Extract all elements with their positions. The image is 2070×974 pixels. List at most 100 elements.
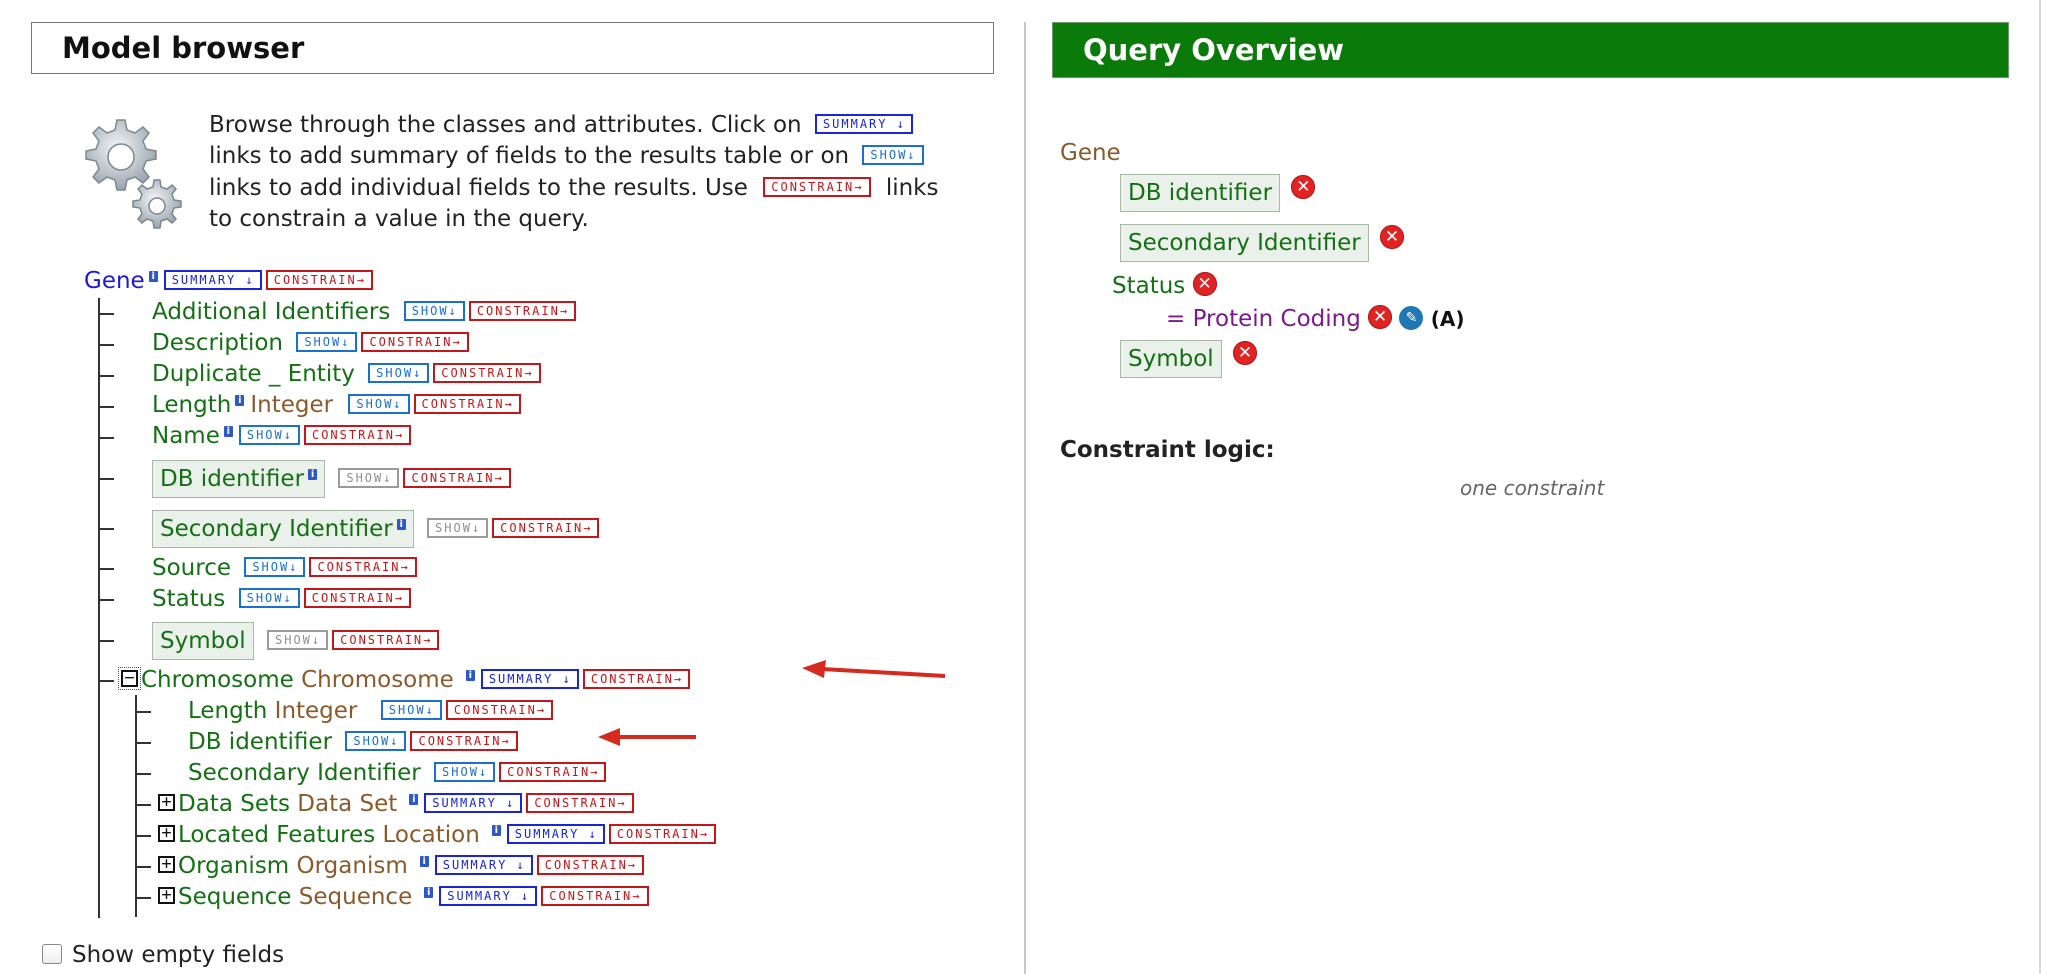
edit-constraint-icon[interactable]: ✎ — [1399, 306, 1424, 330]
show-button[interactable]: SHOW↓ — [238, 587, 300, 608]
ref-name: Chromosome — [141, 667, 294, 693]
qo-view-label: DB identifier — [1120, 174, 1281, 212]
constrain-button[interactable]: CONSTRAIN→ — [499, 761, 607, 782]
tree-connector — [98, 437, 114, 439]
right-edge-divider — [2039, 0, 2041, 974]
field-name: Description — [152, 330, 283, 356]
expand-toggle[interactable]: + — [158, 825, 175, 842]
show-empty-fields-checkbox[interactable] — [42, 943, 62, 964]
constrain-button[interactable]: CONSTRAIN→ — [413, 393, 521, 414]
constrain-button[interactable]: CONSTRAIN→ — [492, 517, 600, 538]
constrain-button[interactable]: CONSTRAIN→ — [303, 587, 411, 608]
info-icon[interactable]: i — [235, 395, 245, 407]
constrain-button[interactable]: CONSTRAIN→ — [536, 854, 645, 875]
constrain-button[interactable]: CONSTRAIN→ — [468, 300, 577, 321]
collapse-toggle[interactable]: − — [118, 667, 141, 690]
tree-ref-organism: + Organism Organism i SUMMARY ↓ CONSTRAIN→ — [158, 851, 645, 881]
intro-text-3a: links to add individual fields to the re… — [209, 175, 748, 201]
tree-connector — [135, 711, 151, 713]
remove-view-icon[interactable]: ✕ — [1291, 175, 1316, 199]
show-button[interactable]: SHOW↓ — [403, 300, 465, 321]
show-button[interactable]: SHOW↓ — [238, 424, 300, 445]
info-icon[interactable]: i — [308, 469, 318, 481]
annotation-arrow-icon — [598, 728, 696, 746]
constrain-button[interactable]: CONSTRAIN→ — [403, 467, 511, 488]
qo-view-db-identifier: DB identifier ✕ — [1120, 174, 1316, 212]
field-name: Length — [152, 392, 232, 418]
qo-root-class: Gene — [1060, 140, 1121, 166]
info-icon[interactable]: i — [491, 825, 501, 837]
tree-ref-chromosome: − Chromosome Chromosome i SUMMARY ↓ CONSTRAI… — [118, 665, 691, 695]
constrain-button[interactable]: CONSTRAIN→ — [608, 823, 717, 844]
show-button[interactable]: SHOW↓ — [348, 393, 410, 414]
field-name-selected: DB identifier i — [152, 460, 326, 498]
tree-connector — [98, 680, 114, 682]
summary-button[interactable]: SUMMARY ↓ — [434, 854, 533, 875]
field-name-selected: Secondary Identifier i — [152, 510, 414, 548]
remove-constraint-icon[interactable]: ✕ — [1368, 305, 1393, 329]
constrain-button[interactable]: CONSTRAIN→ — [309, 556, 417, 577]
class-name-gene[interactable]: Gene — [84, 268, 145, 294]
tree-field-name: Name i SHOW↓ CONSTRAIN→ — [152, 421, 412, 451]
expand-toggle[interactable]: + — [158, 856, 175, 873]
tree-connector — [135, 897, 151, 899]
constrain-button[interactable]: CONSTRAIN→ — [303, 424, 412, 445]
summary-button[interactable]: SUMMARY ↓ — [439, 885, 538, 906]
intro-text-3b: links — [885, 175, 939, 201]
info-icon[interactable]: i — [148, 271, 158, 283]
constrain-button[interactable]: CONSTRAIN→ — [332, 629, 440, 650]
intro-text-2: links to add summary of fields to the re… — [209, 143, 850, 169]
info-icon[interactable]: i — [223, 426, 233, 438]
constrain-button[interactable]: CONSTRAIN→ — [361, 331, 469, 352]
summary-button[interactable]: SUMMARY ↓ — [506, 823, 605, 844]
show-button[interactable]: SHOW↓ — [244, 556, 306, 577]
constrain-button[interactable]: CONSTRAIN→ — [445, 699, 554, 720]
info-icon[interactable]: i — [419, 856, 429, 868]
tree-field-source: Source SHOW↓ CONSTRAIN→ — [152, 553, 417, 583]
info-icon[interactable]: i — [396, 519, 406, 531]
tree-field-length: Length i Integer SHOW↓ CONSTRAIN→ — [152, 390, 521, 420]
field-name: Name — [152, 423, 220, 449]
expand-toggle[interactable]: + — [158, 887, 175, 904]
show-button-disabled: SHOW↓ — [427, 517, 489, 538]
constrain-button[interactable]: CONSTRAIN→ — [410, 730, 518, 751]
show-button[interactable]: SHOW↓ — [434, 761, 496, 782]
remove-view-icon[interactable]: ✕ — [1380, 225, 1405, 249]
tree-connector — [135, 866, 151, 868]
ref-name: Organism — [178, 853, 290, 879]
summary-button[interactable]: SUMMARY ↓ — [480, 668, 579, 689]
show-button[interactable]: SHOW↓ — [380, 699, 442, 720]
constraint-logic-label: Constraint logic: — [1060, 437, 1275, 463]
show-empty-fields[interactable]: Show empty fields — [42, 942, 284, 968]
tree-field-chromosome-length: Length Integer SHOW↓ CONSTRAIN→ — [188, 696, 554, 726]
model-browser-title: Model browser — [62, 31, 305, 65]
intro-text-4: to constrain a value in the query. — [209, 206, 589, 232]
show-button[interactable]: SHOW↓ — [296, 331, 358, 352]
constrain-button[interactable]: CONSTRAIN→ — [433, 362, 541, 383]
summary-button[interactable]: SUMMARY ↓ — [424, 792, 523, 813]
qo-constraint-code: (A) — [1430, 307, 1465, 331]
info-icon[interactable]: i — [409, 794, 419, 806]
constrain-button[interactable]: CONSTRAIN→ — [541, 885, 649, 906]
show-button[interactable]: SHOW↓ — [345, 730, 407, 751]
constrain-button[interactable]: CONSTRAIN→ — [582, 668, 691, 689]
info-icon[interactable]: i — [465, 670, 475, 682]
show-button[interactable]: SHOW↓ — [368, 362, 430, 383]
tree-connector — [98, 313, 114, 315]
qo-constraint-value: Protein Coding — [1192, 306, 1361, 332]
remove-field-icon[interactable]: ✕ — [1192, 272, 1217, 296]
constrain-button[interactable]: CONSTRAIN→ — [265, 269, 373, 290]
tree-connector — [98, 406, 114, 408]
tree-trunk-line — [98, 298, 100, 918]
constrain-button[interactable]: CONSTRAIN→ — [526, 792, 634, 813]
tree-connector — [135, 804, 151, 806]
tree-field-status: Status SHOW↓ CONSTRAIN→ — [152, 584, 411, 614]
qo-constraint: = Protein Coding ✕ ✎ (A) — [1166, 305, 1465, 334]
tree-connector — [98, 375, 114, 377]
info-icon[interactable]: i — [424, 887, 434, 899]
tree-connector — [98, 478, 114, 480]
remove-view-icon[interactable]: ✕ — [1233, 341, 1257, 365]
field-name: Length — [188, 698, 268, 724]
expand-toggle[interactable]: + — [158, 794, 175, 811]
summary-button[interactable]: SUMMARY ↓ — [163, 269, 262, 290]
